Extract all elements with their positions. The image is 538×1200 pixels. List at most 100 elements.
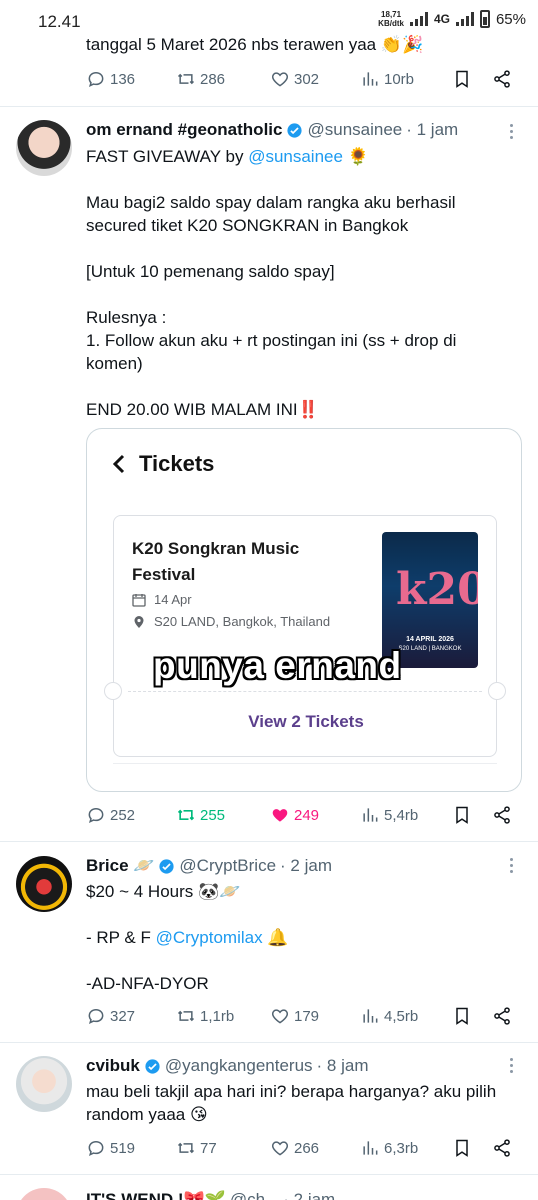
retweet-icon — [177, 1010, 195, 1022]
verified-badge-icon — [287, 122, 303, 138]
reply-icon — [88, 1140, 104, 1157]
like-button[interactable]: 266 — [270, 1138, 319, 1158]
more-options-icon[interactable] — [508, 1058, 514, 1078]
views-button[interactable]: 6,3rb — [360, 1138, 418, 1158]
reply-button[interactable]: 136 — [86, 69, 135, 89]
retweet-button[interactable]: 286 — [176, 69, 225, 89]
bookmark-button[interactable] — [452, 1138, 472, 1158]
share-button[interactable] — [492, 805, 512, 825]
tweet-actions: 327 1,1rb 179 4,5rb — [86, 1006, 516, 1032]
retweet-icon — [177, 809, 195, 821]
status-time: 12.41 — [38, 12, 81, 31]
tweet-text: $20 ~ 4 Hours 🐼🪐 - RP & F @Cryptomilax 🔔… — [86, 882, 289, 993]
tweet-actions: 519 77 266 6,3rb — [86, 1138, 516, 1164]
handle[interactable]: @CryptBrice — [179, 856, 276, 876]
reply-button[interactable]: 252 — [86, 805, 135, 825]
ticket-card: K20 Songkran Music Festival 14 Apr S20 L… — [104, 515, 506, 757]
more-options-icon[interactable] — [508, 124, 514, 144]
reply-button[interactable]: 519 — [86, 1138, 135, 1158]
timestamp: · 8 jam — [316, 1056, 369, 1075]
handle[interactable]: @ch... — [230, 1190, 279, 1200]
like-button[interactable]: 249 — [270, 805, 319, 825]
avatar[interactable] — [16, 856, 72, 912]
network-type: 4G — [433, 12, 450, 26]
prev-tweet-text: tanggal 5 Maret 2026 nbs terawen yaa 👏🎉 — [86, 35, 424, 54]
tweet-header: Brice 🪐 @CryptBrice · 2 jam — [86, 856, 332, 876]
divider — [0, 106, 538, 107]
divider — [0, 841, 538, 842]
event-date: 14 Apr — [132, 592, 192, 607]
tweet-actions: 252 255 249 5,4rb — [86, 805, 516, 831]
prev-tweet-actions: 136 286 302 10rb — [86, 69, 516, 95]
retweet-icon — [177, 73, 195, 85]
heart-icon — [271, 1009, 289, 1024]
display-name[interactable]: IT'S WEND !🎀🌱 — [86, 1190, 226, 1200]
bookmark-button[interactable] — [452, 1006, 472, 1026]
tweet-text: mau beli takjil apa hari ini? berapa har… — [86, 1082, 501, 1124]
views-button[interactable]: 5,4rb — [360, 805, 418, 825]
view-tickets-button[interactable]: View 2 Tickets — [114, 712, 498, 732]
status-indicators: 18,71 KB/dtk 4G 65% — [378, 10, 526, 28]
share-button[interactable] — [492, 1006, 512, 1026]
divider — [0, 1042, 538, 1043]
more-options-icon[interactable] — [508, 858, 514, 878]
retweet-icon — [177, 1142, 195, 1154]
bookmark-icon — [456, 70, 468, 88]
views-icon — [363, 72, 378, 86]
timestamp: · 2 jam — [280, 856, 332, 875]
ticket-divider — [128, 691, 482, 692]
poster-logo: k20 — [396, 564, 478, 615]
views-icon — [363, 1009, 378, 1023]
avatar[interactable] — [16, 1188, 72, 1200]
tweet-header: IT'S WEND !🎀🌱 @ch... · 2 jam — [86, 1190, 335, 1200]
divider — [0, 1174, 538, 1175]
avatar[interactable] — [16, 1056, 72, 1112]
reply-icon — [88, 71, 104, 88]
reply-button[interactable]: 327 — [86, 1006, 135, 1026]
tweet-header: cvibuk @yangkangenterus · 8 jam — [86, 1056, 369, 1076]
retweet-button[interactable]: 77 — [176, 1138, 217, 1158]
bookmark-icon — [456, 1007, 468, 1025]
signal-icon — [409, 12, 428, 26]
ticket-notch-right — [488, 682, 506, 700]
bookmark-button[interactable] — [452, 69, 472, 89]
retweet-button[interactable]: 255 — [176, 805, 225, 825]
overlay-caption: punya ernand — [153, 645, 402, 686]
signal-icon-2 — [455, 12, 474, 26]
display-name[interactable]: Brice 🪐 — [86, 856, 154, 876]
views-button[interactable]: 4,5rb — [360, 1006, 418, 1026]
mention-link[interactable]: @sunsainee — [248, 147, 343, 166]
share-button[interactable] — [492, 1138, 512, 1158]
verified-badge-icon — [159, 858, 175, 874]
like-button[interactable]: 179 — [270, 1006, 319, 1026]
card-divider — [113, 763, 497, 764]
event-location: S20 LAND, Bangkok, Thailand — [132, 614, 330, 629]
avatar[interactable] — [16, 120, 72, 176]
retweet-button[interactable]: 1,1rb — [176, 1006, 234, 1026]
share-button[interactable] — [492, 69, 512, 89]
bookmark-button[interactable] — [452, 805, 472, 825]
share-icon — [494, 1139, 510, 1157]
views-icon — [363, 1141, 378, 1155]
display-name[interactable]: om ernand #geonatholic — [86, 120, 282, 140]
verified-badge-icon — [145, 1058, 160, 1074]
tweet-header: om ernand #geonatholic @sunsainee · 1 ja… — [86, 120, 458, 140]
heart-filled-icon — [272, 809, 288, 822]
bookmark-icon — [456, 1139, 468, 1157]
timestamp: · 1 jam — [406, 120, 459, 139]
tweet-image[interactable]: Tickets K20 Songkran Music Festival 14 A… — [86, 428, 522, 792]
tickets-title: Tickets — [139, 451, 215, 476]
like-button[interactable]: 302 — [270, 69, 319, 89]
share-icon — [494, 70, 510, 88]
views-button[interactable]: 10rb — [360, 69, 414, 89]
share-icon — [494, 1007, 510, 1025]
location-pin-icon — [134, 615, 144, 628]
ticket-notch-left — [104, 682, 122, 700]
mention-link[interactable]: @Cryptomilax — [156, 928, 263, 947]
display-name[interactable]: cvibuk — [86, 1056, 140, 1076]
battery-level: 65% — [495, 10, 526, 28]
handle[interactable]: @sunsainee — [307, 120, 402, 140]
handle[interactable]: @yangkangenterus — [165, 1056, 313, 1076]
tweet-text: FAST GIVEAWAY by @sunsainee 🌻 Mau bagi2 … — [86, 147, 461, 419]
reply-icon — [88, 1008, 104, 1025]
